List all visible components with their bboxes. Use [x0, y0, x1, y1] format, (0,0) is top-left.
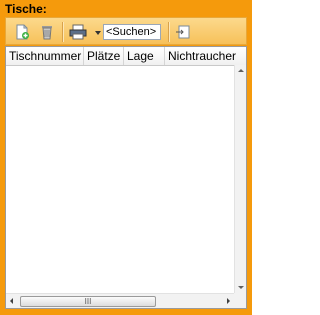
- horizontal-scrollbar[interactable]: III: [6, 293, 246, 308]
- new-document-icon: [16, 24, 29, 40]
- scrollbar-corner: [234, 293, 246, 308]
- toolbar: <Suchen>: [5, 17, 247, 45]
- vertical-scrollbar[interactable]: [234, 65, 246, 293]
- scroll-left-icon[interactable]: [10, 298, 13, 304]
- horizontal-scroll-thumb[interactable]: III: [20, 296, 156, 307]
- column-header-lage[interactable]: Lage: [124, 47, 165, 65]
- column-header-nichtraucher[interactable]: Nichtraucher: [165, 47, 246, 65]
- printer-icon: [69, 24, 87, 40]
- export-button[interactable]: [173, 22, 193, 42]
- scroll-up-icon[interactable]: [238, 69, 244, 72]
- export-icon: [176, 25, 190, 39]
- toolbar-separator: [168, 22, 170, 42]
- dropdown-arrow-icon[interactable]: [95, 31, 101, 35]
- tables-grid[interactable]: Tischnummer Plätze Lage Nichtraucher III: [5, 46, 247, 309]
- column-header-plaetze[interactable]: Plätze: [84, 47, 124, 65]
- panel-title: Tische:: [5, 2, 47, 16]
- delete-button[interactable]: [37, 22, 57, 42]
- scroll-down-icon[interactable]: [238, 286, 244, 289]
- column-header-tischnummer[interactable]: Tischnummer: [6, 47, 84, 65]
- scroll-right-icon[interactable]: [227, 298, 230, 304]
- search-input[interactable]: <Suchen>: [103, 24, 161, 40]
- trash-icon: [42, 26, 52, 40]
- tables-panel: Tische: <Suchen> Tischnummer Plätze Lage…: [0, 0, 252, 315]
- new-button[interactable]: [12, 22, 32, 42]
- toolbar-separator: [62, 22, 64, 42]
- print-button[interactable]: [68, 22, 88, 42]
- grid-header: Tischnummer Plätze Lage Nichtraucher: [6, 47, 246, 66]
